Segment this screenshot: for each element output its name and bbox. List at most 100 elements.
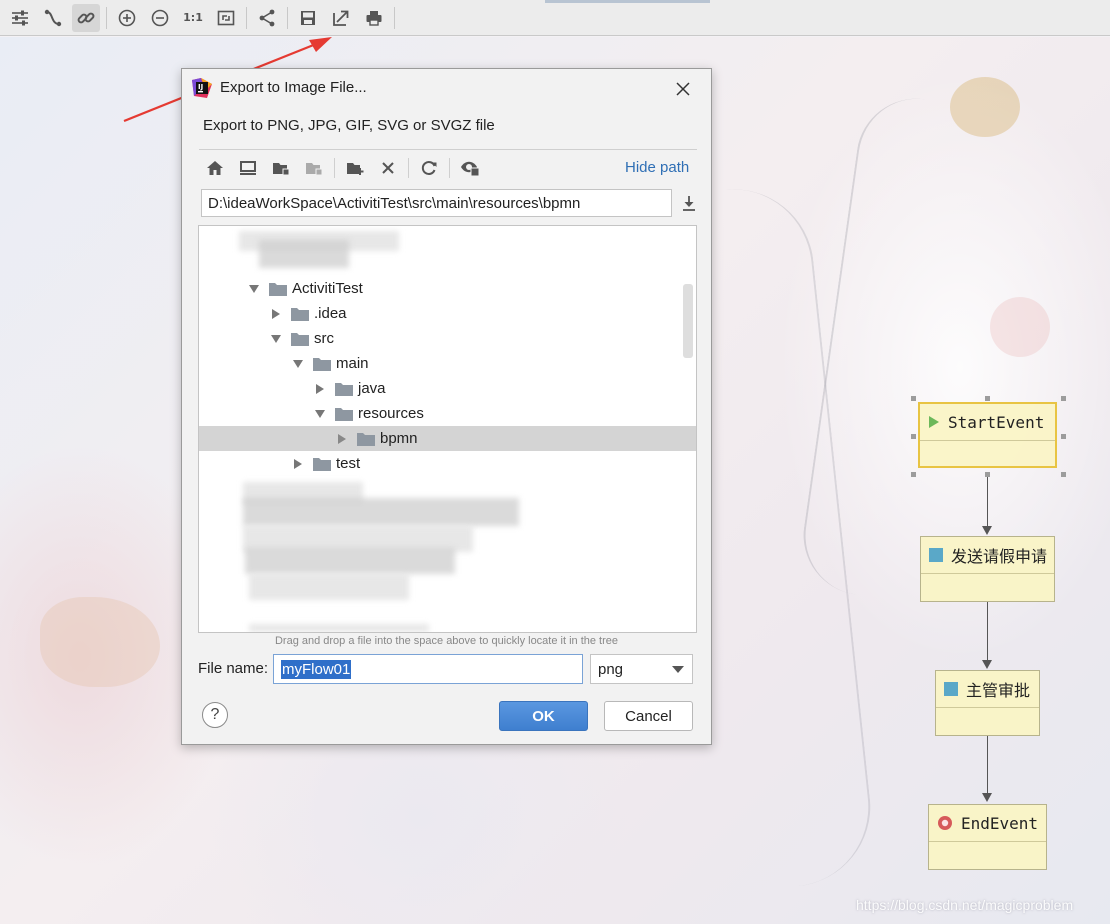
actual-size-button[interactable]: 1:1	[179, 4, 207, 32]
selection-handle[interactable]	[1061, 472, 1066, 477]
edge-style-button[interactable]	[39, 4, 67, 32]
selection-handle[interactable]	[911, 472, 916, 477]
task-icon	[929, 548, 943, 562]
close-button[interactable]	[670, 77, 696, 101]
hide-path-link[interactable]: Hide path	[625, 159, 689, 176]
tree-item-bpmn[interactable]: bpmn	[199, 426, 696, 451]
zoom-in-button[interactable]	[113, 4, 141, 32]
expanded-arrow-icon	[249, 284, 259, 293]
path-history-button[interactable]	[678, 191, 700, 215]
node-label: 主管审批	[966, 681, 1031, 700]
tree-item-idea[interactable]: .idea	[199, 301, 696, 326]
link-icon	[77, 12, 95, 23]
download-icon	[683, 196, 695, 211]
cancel-button[interactable]: Cancel	[604, 701, 693, 731]
drag-drop-hint: Drag and drop a file into the space abov…	[274, 635, 619, 647]
project-folder-button[interactable]	[268, 155, 294, 181]
file-tree[interactable]: ActivitiTest .idea src main java resourc…	[198, 225, 697, 633]
tree-item-main[interactable]: main	[199, 351, 696, 376]
selection-handle[interactable]	[1061, 396, 1066, 401]
selected-file-name: myFlow01	[281, 659, 352, 679]
obscured-tree-item	[245, 548, 455, 574]
fit-content-button[interactable]	[212, 4, 240, 32]
link-button[interactable]	[72, 3, 100, 32]
delete-icon	[382, 162, 394, 174]
folder-icon	[291, 332, 309, 346]
tree-item-resources[interactable]: resources	[199, 401, 696, 426]
tree-item-activititest[interactable]: ActivitiTest	[199, 276, 696, 301]
end-event-node[interactable]: EndEvent	[928, 804, 1047, 870]
toolbar-separator	[394, 6, 395, 29]
zoom-in-icon	[118, 9, 136, 26]
module-folder-icon	[306, 163, 323, 176]
task-node-manager-approval[interactable]: 主管审批	[935, 670, 1040, 736]
selection-handle[interactable]	[985, 396, 990, 401]
save-button[interactable]	[294, 4, 322, 32]
tree-item-src[interactable]: src	[199, 326, 696, 351]
play-icon	[929, 416, 939, 428]
refresh-button[interactable]	[416, 155, 442, 181]
path-input[interactable]	[201, 189, 672, 217]
folder-icon	[335, 407, 353, 421]
delete-button[interactable]	[375, 155, 401, 181]
export-image-button[interactable]	[327, 4, 355, 32]
tree-item-java[interactable]: java	[199, 376, 696, 401]
watermark: https://blog.csdn.net/magicproblem	[856, 897, 1074, 913]
module-folder-button[interactable]	[301, 155, 327, 181]
selection-handle[interactable]	[911, 434, 916, 439]
selection-handle[interactable]	[1061, 434, 1066, 439]
layout-icon	[259, 9, 275, 26]
file-name-label: File name:	[198, 660, 269, 677]
refresh-icon	[421, 161, 437, 175]
zoom-out-button[interactable]	[146, 4, 174, 32]
obscured-tree-item	[249, 624, 429, 632]
sequence-flow[interactable]	[987, 477, 988, 527]
dialog-title-bar[interactable]: IJ Export to Image File...	[182, 69, 711, 109]
fit-icon	[217, 10, 235, 25]
flow-arrowhead	[982, 793, 992, 802]
project-folder-icon	[273, 163, 290, 176]
sequence-flow[interactable]	[987, 602, 988, 660]
obscured-tree-item	[249, 574, 409, 600]
obscured-tree-item	[259, 240, 349, 268]
folder-icon	[335, 382, 353, 396]
background-decoration	[950, 77, 1020, 137]
collapsed-arrow-icon	[294, 458, 302, 469]
toolbar-separator	[246, 6, 247, 29]
print-icon	[366, 10, 382, 26]
desktop-button[interactable]	[235, 155, 261, 181]
collapsed-arrow-icon	[338, 433, 346, 444]
folder-icon	[269, 282, 287, 296]
start-event-node[interactable]: StartEvent	[918, 402, 1057, 468]
tree-scrollbar[interactable]	[683, 284, 693, 358]
toolbar-separator	[106, 6, 107, 29]
layout-button[interactable]	[253, 4, 281, 32]
home-icon	[207, 161, 223, 175]
close-icon	[676, 82, 690, 96]
format-value: png	[598, 660, 624, 678]
settings-button[interactable]	[6, 4, 34, 32]
folder-icon	[357, 432, 375, 446]
home-button[interactable]	[202, 155, 228, 181]
desktop-icon	[240, 161, 256, 175]
node-header: 主管审批	[936, 671, 1039, 708]
file-name-input[interactable]: myFlow01	[273, 654, 583, 684]
folder-icon	[291, 307, 309, 321]
task-icon	[944, 682, 958, 696]
intellij-app-icon: IJ	[192, 78, 212, 98]
expanded-arrow-icon	[271, 334, 281, 343]
show-hidden-button[interactable]	[457, 155, 483, 181]
format-dropdown[interactable]: png	[590, 654, 693, 684]
sequence-flow[interactable]	[987, 736, 988, 794]
print-button[interactable]	[360, 4, 388, 32]
end-icon	[938, 816, 952, 830]
task-node-submit-leave[interactable]: 发送请假申请	[920, 536, 1055, 602]
tree-item-test[interactable]: test	[199, 451, 696, 476]
node-header: 发送请假申请	[921, 537, 1054, 574]
show-hidden-icon	[461, 161, 480, 177]
selection-handle[interactable]	[911, 396, 916, 401]
tree-item-label: resources	[358, 405, 424, 422]
new-folder-button[interactable]	[342, 155, 368, 181]
help-button[interactable]: ?	[202, 702, 228, 728]
ok-button[interactable]: OK	[499, 701, 588, 731]
